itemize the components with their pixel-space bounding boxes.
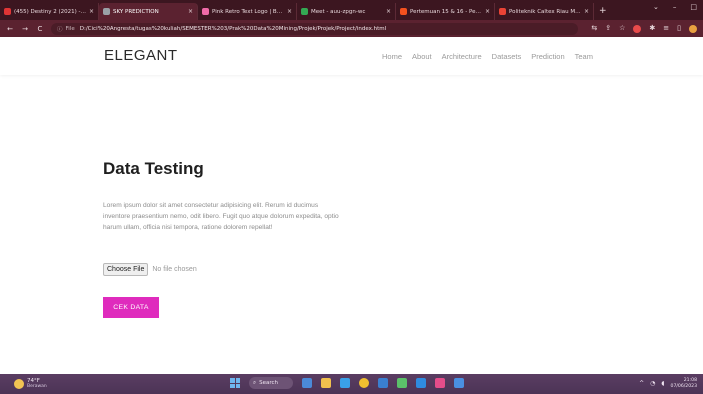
taskbar-apps: ⌕ Search [230,377,464,389]
file-status: No file chosen [152,266,197,273]
app-icon[interactable] [435,378,445,388]
tab-close-icon[interactable]: × [386,8,391,15]
nav-datasets[interactable]: Datasets [492,52,522,61]
tab-title: Politeknik Caltex Riau Mail [509,8,581,15]
chrome-icon[interactable] [359,378,369,388]
browser-tab[interactable]: (455) Destiny 2 (2021) - Gu × [0,3,99,20]
spotify-icon[interactable] [397,378,407,388]
site-nav: Home About Architecture Datasets Predict… [382,52,593,61]
reading-list-icon[interactable]: ≡ [663,24,669,33]
browser-tab[interactable]: Pink Retro Text Logo | Bran × [198,3,297,20]
tab-title: Meet - auu-zpgn-wc [311,8,366,15]
site-logo[interactable]: ELEGANT [104,47,178,64]
toolbar-icons: ⇆ ⇪ ☆ ✱ ≡ ▯ [591,24,697,33]
tab-close-icon[interactable]: × [188,8,193,15]
minimize-button[interactable]: – [673,3,677,11]
taskbar: 74°F Berawan ⌕ Search ^ ◔ ◖ 21:08 07/06/2… [0,374,703,394]
choose-file-button[interactable]: Choose File [103,263,149,276]
tab-favicon-icon [4,8,11,15]
address-bar[interactable]: ⓘ File D:/Cici%20Angresta/tugas%20kuliah… [51,22,579,35]
new-tab-button[interactable]: + [599,3,607,20]
task-view-icon[interactable] [302,378,312,388]
nav-prediction[interactable]: Prediction [531,52,564,61]
clock[interactable]: 21:08 07/06/2023 [671,378,697,389]
tab-favicon-icon [301,8,308,15]
browser-tab[interactable]: Meet - auu-zpgn-wc × [297,3,396,20]
tray-chevron-icon[interactable]: ^ [639,380,644,387]
tab-title: (455) Destiny 2 (2021) - Gu [14,8,86,15]
taskbar-search[interactable]: ⌕ Search [249,377,293,389]
maximize-button[interactable]: □ [690,3,697,11]
tab-close-icon[interactable]: × [89,8,94,15]
weather-condition: Berawan [27,384,47,389]
web-page: ELEGANT Home About Architecture Datasets… [0,37,703,374]
reload-button[interactable]: C [36,25,44,33]
info-icon: ⓘ [57,26,63,33]
edge-icon[interactable] [340,378,350,388]
tab-title: Pink Retro Text Logo | Bran [212,8,284,15]
tab-favicon-icon [202,8,209,15]
search-icon: ⌕ [253,379,257,386]
tab-favicon-icon [499,8,506,15]
extension-icon[interactable] [633,25,642,33]
translate-icon[interactable]: ⇆ [591,24,597,33]
tab-close-icon[interactable]: × [287,8,292,15]
tab-list: (455) Destiny 2 (2021) - Gu × SKY PREDICTI… [0,3,594,20]
browser-tab[interactable]: Politeknik Caltex Riau Mail × [495,3,594,20]
vscode-icon[interactable] [378,378,388,388]
browser-tab[interactable]: Pertemuan 15 & 16 - Peng × [396,3,495,20]
tab-close-icon[interactable]: × [584,8,589,15]
file-explorer-icon[interactable] [321,378,331,388]
nav-about[interactable]: About [412,52,432,61]
tab-favicon-icon [400,8,407,15]
tab-favicon-icon [103,8,110,15]
nav-architecture[interactable]: Architecture [442,52,482,61]
tab-search-button[interactable]: ⌄ [653,3,659,11]
cek-data-button[interactable]: CEK DATA [103,297,159,318]
windows-start-icon[interactable] [230,378,240,388]
browser-tab-strip: (455) Destiny 2 (2021) - Gu × SKY PREDICTI… [0,0,703,20]
search-label: Search [259,380,278,386]
description-text: Lorem ipsum dolor sit amet consectetur a… [103,202,339,231]
page-title: Data Testing [103,159,204,178]
nav-team[interactable]: Team [575,52,593,61]
puzzle-icon[interactable]: ✱ [649,24,655,33]
store-icon[interactable] [454,378,464,388]
forward-button[interactable]: → [21,25,29,33]
profile-avatar[interactable] [689,25,697,33]
browser-toolbar: ← → C ⓘ File D:/Cici%20Angresta/tugas%20… [0,20,703,37]
tab-close-icon[interactable]: × [485,8,490,15]
url-text: D:/Cici%20Angresta/tugas%20kuliah/SEMEST… [79,25,387,32]
tab-title: Pertemuan 15 & 16 - Peng [410,8,482,15]
browser-tab[interactable]: SKY PREDICTION × [99,3,198,20]
scheme-label: File [65,25,75,32]
share-icon[interactable]: ⇪ [605,24,611,33]
system-tray: ^ ◔ ◖ 21:08 07/06/2023 [639,378,697,389]
tab-title: SKY PREDICTION [113,8,159,15]
nav-home[interactable]: Home [382,52,402,61]
sidepanel-icon[interactable]: ▯ [677,24,681,33]
file-input: Choose File No file chosen [103,263,197,276]
bookmark-star-icon[interactable]: ☆ [619,24,625,33]
weather-icon [14,378,24,389]
volume-icon[interactable]: ◖ [661,380,664,387]
window-controls: ⌄ – □ [653,3,697,11]
wifi-icon[interactable]: ◔ [650,380,655,387]
weather-widget[interactable]: 74°F Berawan [14,378,47,389]
back-button[interactable]: ← [6,25,14,33]
word-icon[interactable] [416,378,426,388]
clock-date: 07/06/2023 [670,383,697,389]
site-header: ELEGANT Home About Architecture Datasets… [0,37,703,75]
